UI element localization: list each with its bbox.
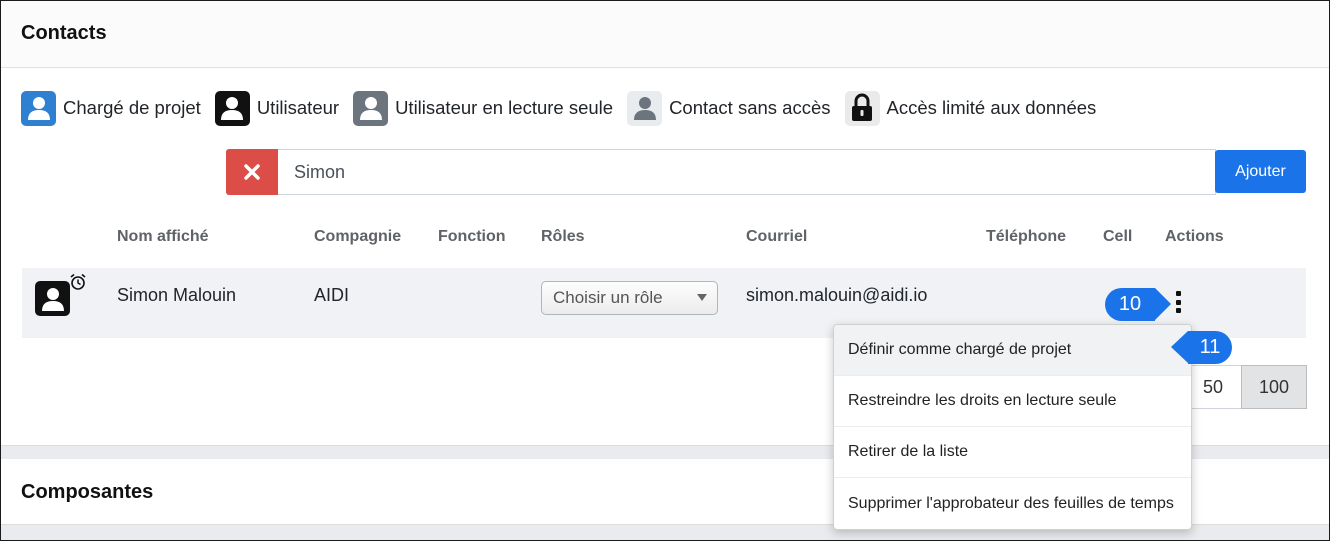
legend-label: Utilisateur (256, 97, 340, 118)
close-icon (244, 164, 260, 180)
menu-item-remove-timesheet-approver[interactable]: Supprimer l'approbateur des feuilles de … (834, 478, 1191, 529)
legend-item-project-manager: Chargé de projet (21, 90, 201, 126)
components-title: Composantes (21, 481, 154, 503)
actions-dropdown-menu: Définir comme chargé de projet Restreind… (833, 324, 1192, 530)
search-row: Ajouter (226, 149, 1307, 195)
column-header-actions: Actions (1165, 228, 1224, 245)
contact-company: AIDI (314, 285, 350, 305)
user-icon (21, 90, 56, 126)
search-input[interactable] (278, 149, 1216, 195)
column-header-phone[interactable]: Téléphone (986, 228, 1066, 246)
step-callout-10: 10 (1105, 288, 1171, 321)
legend-item-limited-data-access: Accès limité aux données (844, 90, 1097, 126)
lock-icon (844, 90, 880, 126)
column-header-function[interactable]: Fonction (438, 228, 506, 246)
page-size-100-button[interactable]: 100 (1241, 365, 1307, 409)
contact-email: simon.malouin@aidi.io (746, 285, 928, 305)
column-header-company[interactable]: Compagnie (314, 228, 401, 246)
page-size-selector: 50 100 (1184, 365, 1307, 409)
legend-item-user: Utilisateur (214, 90, 340, 126)
user-icon (627, 90, 663, 126)
app-frame: Contacts Chargé de projet Utilisateur Ut… (0, 0, 1330, 541)
role-legend: Chargé de projet Utilisateur Utilisateur… (21, 90, 1110, 126)
user-icon (214, 90, 250, 126)
contacts-title: Contacts (21, 22, 107, 44)
clear-search-button[interactable] (226, 149, 278, 195)
legend-item-read-only-user: Utilisateur en lecture seule (353, 90, 614, 126)
alarm-clock-icon (70, 273, 86, 290)
contact-name: Simon Malouin (117, 285, 237, 305)
column-header-email[interactable]: Courriel (746, 228, 807, 246)
menu-item-restrict-read-only[interactable]: Restreindre les droits en lecture seule (834, 376, 1191, 427)
column-header-roles[interactable]: Rôles (541, 228, 585, 246)
page-size-50-button[interactable]: 50 (1184, 365, 1241, 409)
legend-label: Utilisateur en lecture seule (395, 97, 614, 118)
add-button[interactable]: Ajouter (1215, 150, 1306, 193)
legend-item-no-access-contact: Contact sans accès (627, 90, 831, 126)
column-header-cell[interactable]: Cell (1103, 228, 1132, 246)
caret-down-icon (697, 294, 707, 301)
more-actions-kebab-icon[interactable] (1171, 289, 1185, 315)
legend-label: Contact sans accès (669, 97, 831, 118)
role-select[interactable]: Choisir un rôle (541, 281, 718, 315)
user-icon (353, 90, 389, 126)
step-callout-11: 11 (1171, 331, 1232, 364)
contacts-card-header: Contacts (1, 1, 1329, 68)
role-select-value: Choisir un rôle (553, 288, 663, 307)
user-icon (35, 281, 70, 316)
legend-label: Chargé de projet (63, 97, 201, 118)
column-header-display-name[interactable]: Nom affiché (117, 228, 209, 246)
menu-item-remove-from-list[interactable]: Retirer de la liste (834, 427, 1191, 478)
legend-label: Accès limité aux données (886, 97, 1097, 118)
menu-item-set-project-manager[interactable]: Définir comme chargé de projet (834, 325, 1191, 376)
